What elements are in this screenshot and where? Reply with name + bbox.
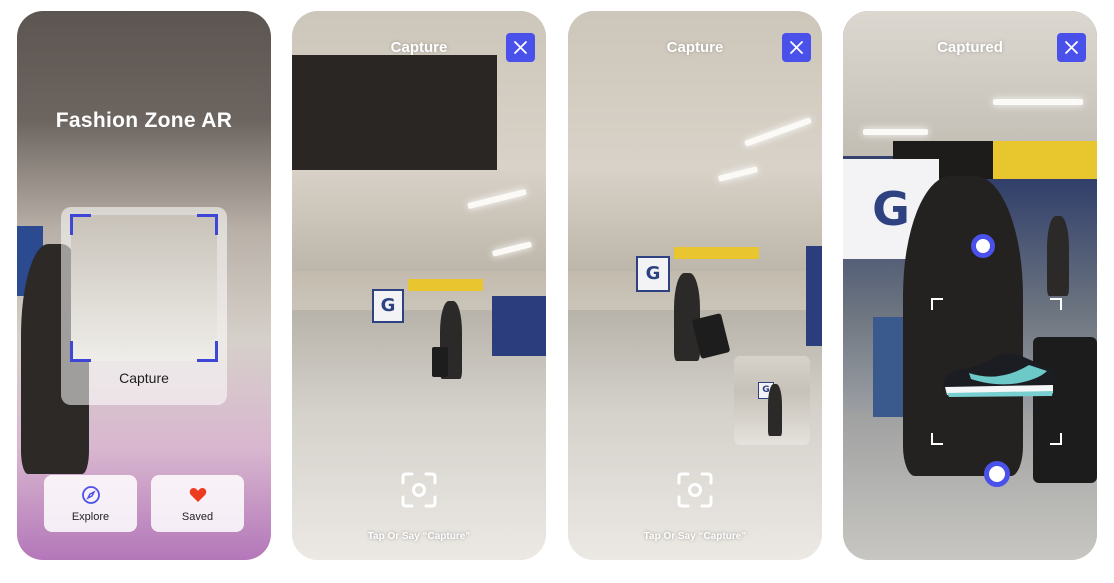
viewfinder-corner [197, 214, 218, 235]
close-button[interactable] [1057, 33, 1086, 62]
viewfinder-corner [197, 341, 218, 362]
background-person [1047, 216, 1069, 296]
close-icon [790, 41, 803, 54]
scan-bracket [1050, 298, 1062, 310]
gate-g-sign: G [372, 289, 404, 323]
capture-frame-label: Capture [119, 370, 169, 386]
background-panel [492, 296, 546, 356]
explore-button[interactable]: Explore [44, 475, 137, 532]
capture-button[interactable] [399, 470, 439, 510]
sneaker-ar-model[interactable] [939, 349, 1059, 399]
capture-hint: Tap Or Say “Capture” [643, 531, 747, 542]
captured-thumbnail[interactable]: G [734, 356, 810, 445]
saved-label: Saved [181, 511, 214, 523]
capture-screen: G Capture Tap Or Say “Capture” [292, 11, 546, 560]
captured-person [903, 176, 1023, 476]
thumbnail-person [768, 384, 782, 436]
heart-icon [188, 485, 208, 510]
ceiling-light [863, 129, 928, 135]
close-button[interactable] [506, 33, 535, 62]
gate-g-sign: G [636, 256, 670, 292]
close-button[interactable] [782, 33, 811, 62]
capture-viewfinder [70, 214, 218, 362]
capture-frame-card[interactable]: Capture [61, 207, 227, 405]
captured-screen: G Captured [843, 11, 1097, 560]
saved-button[interactable]: Saved [151, 475, 244, 532]
luggage [432, 347, 448, 377]
anchor-point-bottom[interactable] [984, 461, 1010, 487]
viewfinder-corner [70, 341, 91, 362]
anchor-point-top[interactable] [971, 234, 995, 258]
background-panel [806, 246, 822, 346]
scan-bracket [1050, 433, 1062, 445]
camera-focus-icon [401, 472, 437, 508]
yellow-sign [993, 141, 1097, 179]
airtrain-sign [674, 247, 759, 259]
capture-hint: Tap Or Say “Capture” [367, 531, 471, 542]
departure-board [292, 55, 497, 170]
compass-icon [81, 485, 101, 510]
camera-focus-icon [677, 472, 713, 508]
scan-bracket [931, 433, 943, 445]
home-screen: Fashion Zone AR Capture Explore Saved [17, 11, 271, 560]
capture-preview-screen: G G Capture Tap Or Say “Capture” [568, 11, 822, 560]
traveler [674, 273, 700, 361]
airtrain-sign [408, 279, 483, 291]
capture-button[interactable] [675, 470, 715, 510]
app-title: Fashion Zone AR [55, 109, 233, 132]
close-icon [1065, 41, 1078, 54]
close-icon [514, 41, 527, 54]
explore-label: Explore [71, 511, 110, 523]
scan-bracket [931, 298, 943, 310]
ceiling-light [993, 99, 1083, 105]
viewfinder-corner [70, 214, 91, 235]
